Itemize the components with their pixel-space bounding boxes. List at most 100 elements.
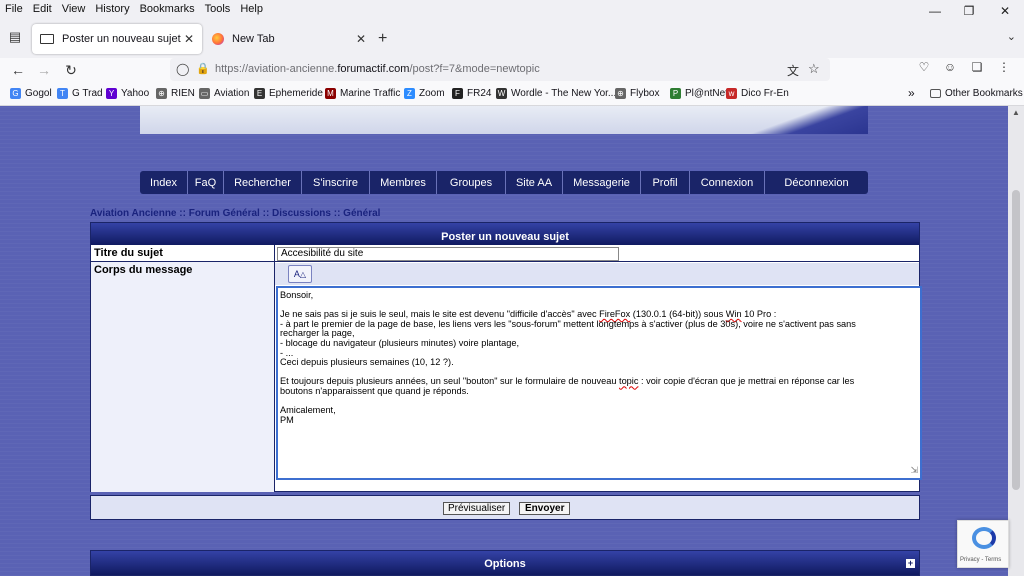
navigation-bar: ← → ↻ ◯ 🔒 https://aviation-ancienne.foru… [0, 58, 1024, 82]
bookmark-favicon-icon: T [57, 88, 68, 99]
other-bookmarks-folder[interactable]: Other Bookmarks [930, 88, 1023, 99]
bookmark-favicon-icon: W [496, 88, 507, 99]
scrollbar-thumb[interactable] [1012, 190, 1020, 490]
message-line: boutons n'apparaissent que quand je répo… [280, 385, 469, 396]
bookmark-g-trad[interactable]: TG Trad [57, 88, 103, 99]
bookmark-favicon-icon: F [452, 88, 463, 99]
bookmark-favicon-icon: ⊕ [615, 88, 626, 99]
bookmark-favicon-icon: Y [106, 88, 117, 99]
bookmark-dico-fr-en[interactable]: w Dico Fr-En [726, 88, 789, 99]
bookmark-zoom[interactable]: Z Zoom [404, 88, 445, 99]
new-topic-form: Poster un nouveau sujet Titre du sujet C… [90, 222, 922, 492]
bookmarks-toolbar: » Other Bookmarks G Gogol T G Trad Y Yahoo ⊕ RI… [0, 84, 1024, 106]
menu-bookmarks[interactable]: Bookmarks [135, 3, 200, 15]
bookmark-yahoo[interactable]: Y Yahoo [106, 88, 149, 99]
tab-new-tab[interactable]: New Tab ✕ [204, 24, 374, 54]
tab-poster-nouveau-sujet[interactable]: Poster un nouveau sujet ✕ [32, 24, 202, 54]
bookmark-favicon-icon: M [325, 88, 336, 99]
address-bar[interactable]: ◯ 🔒 https://aviation-ancienne.forumactif… [170, 58, 830, 81]
send-button[interactable]: Envoyer [519, 502, 571, 515]
nav-s-inscrire[interactable]: S'inscrire [302, 171, 370, 194]
menu-view[interactable]: View [57, 3, 91, 15]
nav-index[interactable]: Index [140, 171, 188, 194]
new-tab-icon[interactable]: + [378, 30, 387, 48]
form-actions: Prévisualiser Envoyer [90, 495, 920, 520]
page-viewport: Index FaQ Rechercher S'inscrire Membres Group… [0, 106, 1008, 576]
format-toggle-button[interactable]: A△ [288, 265, 312, 283]
bookmark-favicon-icon: Z [404, 88, 415, 99]
resize-handle-icon[interactable]: ⇲ [910, 466, 918, 476]
nav-membres[interactable]: Membres [370, 171, 437, 194]
account-icon[interactable]: ☺ [941, 60, 959, 78]
menu-help[interactable]: Help [235, 3, 268, 15]
monitor-icon [40, 34, 54, 44]
message-line: PM [280, 414, 294, 425]
form-title: Poster un nouveau sujet [91, 223, 919, 245]
expand-icon[interactable]: + [906, 559, 915, 568]
body-label-cell: Corps du message [91, 262, 274, 492]
tab-title: Poster un nouveau sujet [62, 33, 181, 45]
folder-icon [930, 89, 941, 98]
menu-edit[interactable]: Edit [28, 3, 57, 15]
bookmark-aviation[interactable]: ▭ Aviation [199, 88, 249, 99]
bookmark-gogol[interactable]: G Gogol [10, 88, 52, 99]
subject-label: Titre du sujet [94, 247, 163, 259]
nav-connexion[interactable]: Connexion [690, 171, 765, 194]
shield-icon[interactable]: ◯ [176, 62, 189, 76]
bookmark-ephemeride[interactable]: E Ephemeride [254, 88, 323, 99]
scroll-up-icon[interactable]: ▲ [1012, 108, 1020, 117]
menu-file[interactable]: File [0, 3, 28, 15]
menu-history[interactable]: History [90, 3, 134, 15]
extensions-icon[interactable]: ❏ [968, 60, 986, 78]
nav-groupes[interactable]: Groupes [437, 171, 506, 194]
close-tab-icon[interactable]: ✕ [356, 32, 366, 46]
message-body-textarea[interactable]: Bonsoir, Je ne sais pas si je suis le seu… [276, 286, 922, 480]
chevron-down-icon[interactable]: ⌄ [1007, 30, 1016, 43]
preview-button[interactable]: Prévisualiser [443, 502, 511, 515]
nav-profil[interactable]: Profil [641, 171, 690, 194]
recaptcha-badge[interactable]: Privacy - Terms [957, 520, 1009, 568]
nav-rechercher[interactable]: Rechercher [224, 171, 302, 194]
nav-site-aa[interactable]: Site AA [506, 171, 563, 194]
message-line [280, 397, 918, 407]
bookmark-pl-ntnet[interactable]: P Pl@ntNet [670, 88, 728, 99]
forward-arrow-icon[interactable]: → [34, 60, 54, 80]
menu-bar: File Edit View History Bookmarks Tools Help [0, 0, 1024, 18]
reload-icon[interactable]: ↻ [61, 60, 81, 80]
forum-nav: Index FaQ Rechercher S'inscrire Membres Group… [140, 171, 868, 194]
close-tab-icon[interactable]: ✕ [184, 32, 194, 46]
bookmark-fr24[interactable]: F FR24 [452, 88, 491, 99]
nav-faq[interactable]: FaQ [188, 171, 224, 194]
menu-tools[interactable]: Tools [200, 3, 236, 15]
back-arrow-icon[interactable]: ← [8, 60, 28, 80]
bookmark-favicon-icon: P [670, 88, 681, 99]
bookmark-marine-traffic[interactable]: M Marine Traffic [325, 88, 400, 99]
lock-icon[interactable]: 🔒 [196, 62, 210, 75]
breadcrumb[interactable]: Aviation Ancienne :: Forum Général :: Di… [90, 208, 380, 219]
translate-icon[interactable]: 文 [787, 62, 799, 79]
options-panel-header[interactable]: Options + [90, 550, 920, 576]
banner-swoosh [748, 106, 868, 134]
tab-list-icon[interactable]: ▤ [6, 29, 24, 47]
bookmark-favicon-icon: ⊕ [156, 88, 167, 99]
message-line: - à part le premier de la page de base, … [280, 318, 856, 329]
nav-messagerie[interactable]: Messagerie [563, 171, 641, 194]
bookmark-favicon-icon: G [10, 88, 21, 99]
pocket-icon[interactable]: ♡ [915, 60, 933, 78]
bookmark-star-icon[interactable]: ☆ [808, 61, 820, 77]
page-scrollbar[interactable]: ▲ [1008, 106, 1024, 576]
tab-title: New Tab [232, 33, 275, 45]
bookmarks-overflow-icon[interactable]: » [908, 86, 915, 100]
bookmark-favicon-icon: E [254, 88, 265, 99]
bookmark-wordle-the-new-yor[interactable]: W Wordle - The New Yor... [496, 88, 616, 99]
bookmark-favicon-icon: ▭ [199, 88, 210, 99]
body-label: Corps du message [94, 264, 193, 276]
message-line: Bonsoir, [280, 290, 314, 300]
subject-input[interactable]: Accesibilité du site [277, 247, 619, 261]
recaptcha-privacy-terms[interactable]: Privacy - Terms [960, 557, 1001, 563]
url-text[interactable]: https://aviation-ancienne.forumactif.com… [215, 63, 540, 75]
bookmark-flybox[interactable]: ⊕ Flybox [615, 88, 659, 99]
bookmark-rien[interactable]: ⊕ RIEN [156, 88, 195, 99]
menu-icon[interactable]: ⋮ [995, 60, 1013, 78]
nav-d-connexion[interactable]: Déconnexion [765, 171, 868, 194]
